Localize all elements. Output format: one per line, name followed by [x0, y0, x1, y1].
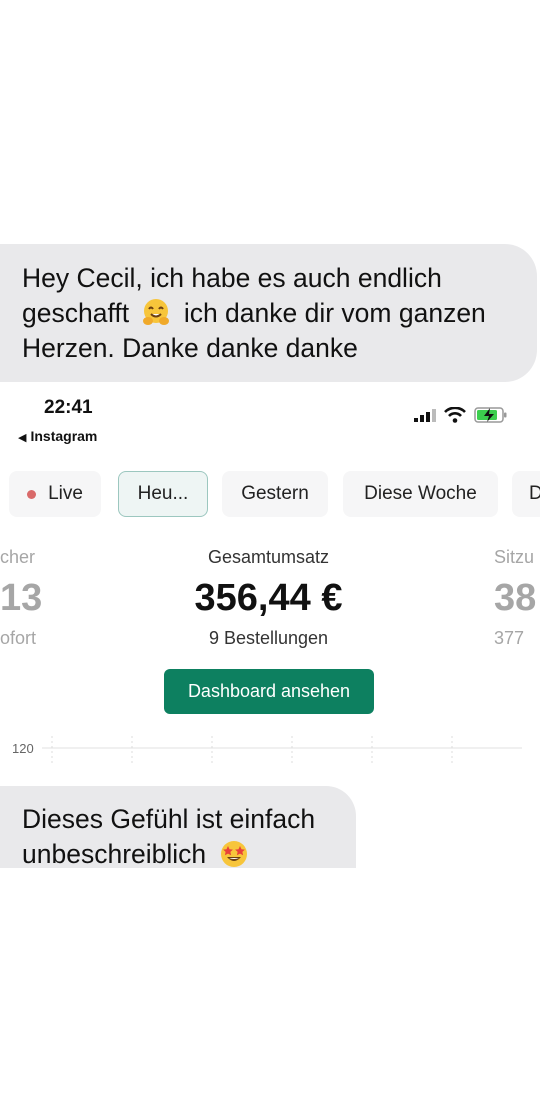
orders-count: 9 Bestellungen — [208, 628, 329, 648]
chip-label: Heu... — [137, 483, 189, 504]
sales-chart-grid — [42, 736, 522, 764]
message-text: ich danke dir vom ganzen — [183, 298, 486, 328]
message-bubble-incoming: Dieses Gefühl ist einfach unbeschreiblic… — [0, 786, 356, 869]
message-bubble-incoming: Hey Cecil, ich habe es auch endlich gesc… — [0, 244, 537, 382]
back-app-label: Instagram — [30, 428, 98, 444]
filter-chip-this-week[interactable]: Diese Woche — [343, 471, 498, 517]
filter-chip-live[interactable]: Live — [9, 471, 101, 517]
wifi-icon — [444, 407, 466, 423]
dashboard-button[interactable]: Dashboard ansehen — [164, 669, 374, 714]
filter-chip-yesterday[interactable]: Gestern — [222, 471, 328, 517]
cellular-signal-icon — [414, 409, 436, 422]
filter-chip-today[interactable]: Heu... — [118, 471, 208, 517]
right-stat-sub: 377 — [494, 628, 525, 648]
right-stat-label: Sitzu — [494, 547, 535, 567]
chip-label: D — [529, 483, 540, 504]
status-time: 22:41 — [44, 397, 93, 418]
right-stat-value: 38 — [494, 577, 537, 619]
back-arrow-icon: ◀ — [18, 432, 27, 444]
battery-charging-icon — [474, 407, 507, 423]
chip-label: Live — [48, 483, 83, 504]
message-line: Dieses Gefühl ist einfach — [22, 804, 316, 834]
message-text: unbeschreiblich — [22, 839, 207, 869]
status-icons — [414, 406, 508, 424]
message-line: Hey Cecil, ich habe es auch endlich — [22, 263, 442, 293]
message-line: Herzen. Danke danke danke — [22, 333, 358, 363]
chip-label: Diese Woche — [364, 483, 477, 504]
chip-label: Gestern — [241, 483, 309, 504]
message-line: geschafft ich danke dir vom ganzen — [22, 296, 515, 331]
filter-chip-next[interactable]: D — [512, 471, 540, 517]
hugging-face-emoji-icon — [143, 299, 170, 325]
message-text: geschafft — [22, 298, 130, 328]
back-to-app-link[interactable]: ◀ Instagram — [18, 428, 97, 444]
star-struck-emoji-icon — [220, 841, 247, 867]
live-dot-icon — [27, 489, 37, 499]
total-sales-label: Gesamtumsatz — [207, 547, 330, 567]
total-sales-value: 356,44 € — [194, 577, 343, 619]
message-line: unbeschreiblich — [22, 837, 334, 872]
time-filter-bar: Live Heu... Gestern Diese Woche D — [0, 471, 540, 517]
